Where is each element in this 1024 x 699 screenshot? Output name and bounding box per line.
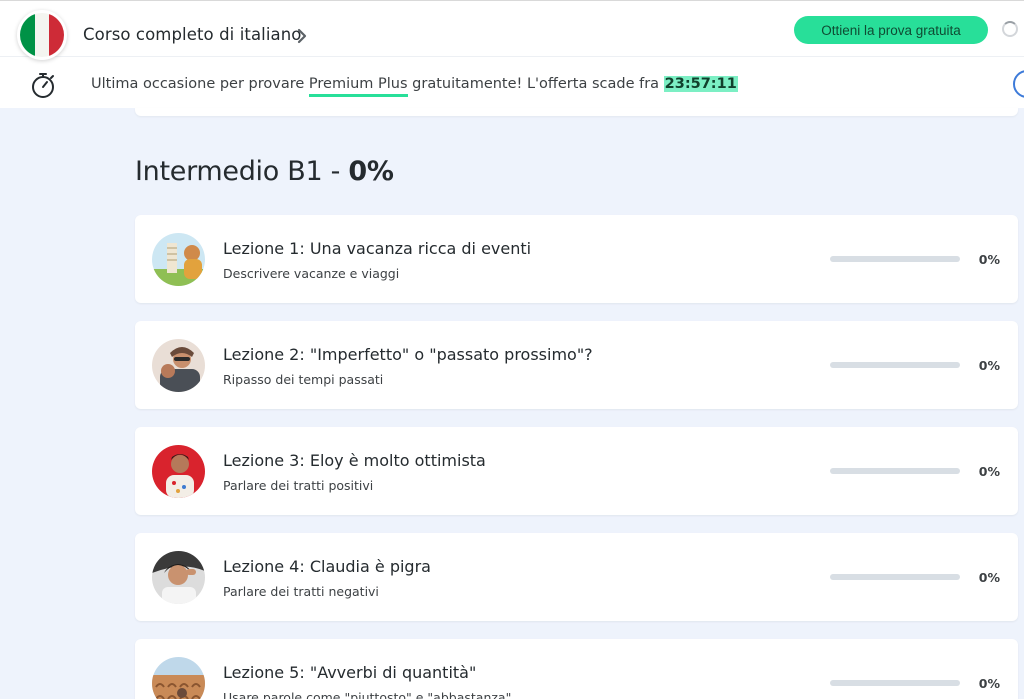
lesson-card-4[interactable]: Lezione 4: Claudia è pigra Parlare dei t…	[135, 533, 1018, 621]
lesson-5-progress-percent: 0%	[978, 676, 1000, 691]
lesson-3-subtitle: Parlare dei tratti positivi	[223, 478, 374, 493]
lesson-card-3[interactable]: Lezione 3: Eloy è molto ottimista Parlar…	[135, 427, 1018, 515]
lesson-5-subtitle: Usare parole come "piuttosto" e "abbasta…	[223, 690, 512, 699]
card-edge	[135, 108, 1018, 116]
promo-banner: Ultima occasione per provare Premium Plu…	[0, 56, 1024, 108]
lesson-4-progress-bar	[830, 574, 960, 580]
lesson-3-thumbnail	[152, 445, 205, 498]
lesson-4-subtitle: Parlare dei tratti negativi	[223, 584, 379, 599]
section-title: Intermedio B1 - 0%	[135, 156, 394, 187]
italy-flag-icon[interactable]	[17, 10, 67, 60]
lesson-card-5[interactable]: Lezione 5: "Avverbi di quantità" Usare p…	[135, 639, 1018, 699]
promo-action-circle[interactable]	[1013, 70, 1024, 98]
section-title-label: Intermedio B1 -	[135, 156, 349, 187]
lesson-card-1[interactable]: Lezione 1: Una vacanza ricca di eventi D…	[135, 215, 1018, 303]
lesson-3-progress-bar	[830, 468, 960, 474]
promo-text-after: gratuitamente! L'offerta scade fra	[407, 76, 664, 92]
chevron-right-icon[interactable]	[295, 28, 309, 44]
lesson-2-subtitle: Ripasso dei tempi passati	[223, 372, 384, 387]
lesson-4-thumbnail	[152, 551, 205, 604]
lesson-4-progress-percent: 0%	[978, 570, 1000, 585]
loading-spinner-icon	[1002, 21, 1018, 37]
lesson-4-title: Lezione 4: Claudia è pigra	[223, 557, 431, 576]
free-trial-button[interactable]: Ottieni la prova gratuita	[794, 16, 988, 44]
lesson-1-progress-percent: 0%	[978, 252, 1000, 267]
lesson-1-subtitle: Descrivere vacanze e viaggi	[223, 266, 400, 281]
promo-text-before: Ultima occasione per provare	[91, 76, 309, 92]
lesson-1-progress-bar	[830, 256, 960, 262]
top-header: Corso completo di italiano Ottieni la pr…	[0, 0, 1024, 56]
stopwatch-icon	[32, 73, 54, 98]
lesson-2-title: Lezione 2: "Imperfetto" o "passato pross…	[223, 345, 593, 364]
lesson-1-thumbnail	[152, 233, 205, 286]
lesson-2-thumbnail	[152, 339, 205, 392]
lesson-3-title: Lezione 3: Eloy è molto ottimista	[223, 451, 486, 470]
lesson-2-progress-percent: 0%	[978, 358, 1000, 373]
lesson-1-title: Lezione 1: Una vacanza ricca di eventi	[223, 239, 532, 258]
lesson-3-progress-percent: 0%	[978, 464, 1000, 479]
lesson-5-progress-bar	[830, 680, 960, 686]
promo-message: Ultima occasione per provare Premium Plu…	[91, 76, 738, 97]
premium-plus-link[interactable]: Premium Plus	[308, 76, 408, 97]
lesson-5-title: Lezione 5: "Avverbi di quantità"	[223, 663, 477, 682]
offer-countdown-timer: 23:57:11	[663, 76, 738, 92]
lesson-5-thumbnail	[152, 657, 205, 699]
lesson-2-progress-bar	[830, 362, 960, 368]
section-progress: 0%	[348, 156, 394, 187]
lesson-card-2[interactable]: Lezione 2: "Imperfetto" o "passato pross…	[135, 321, 1018, 409]
course-title[interactable]: Corso completo di italiano	[83, 25, 302, 44]
